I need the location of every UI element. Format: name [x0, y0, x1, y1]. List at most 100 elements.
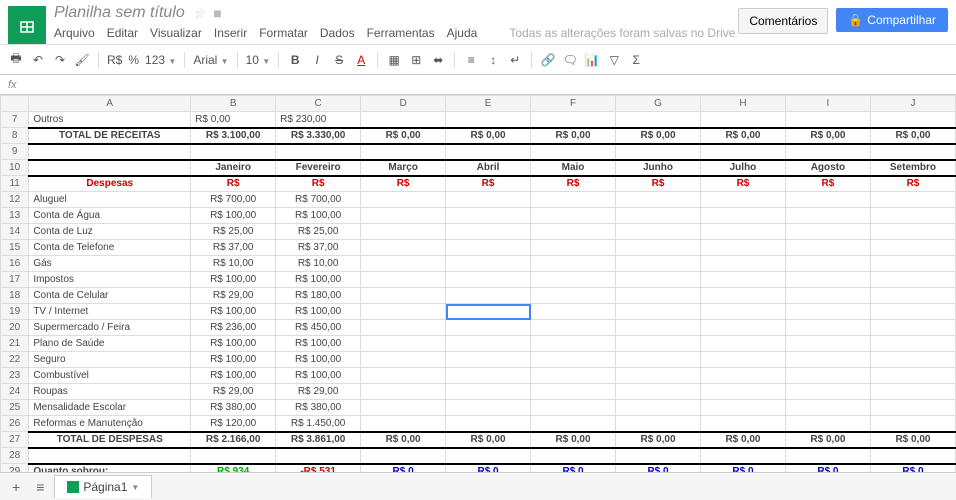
- undo-icon[interactable]: ↶: [30, 53, 46, 67]
- cell[interactable]: Conta de Celular: [29, 288, 191, 304]
- valign-icon[interactable]: ↕: [485, 53, 501, 67]
- borders-icon[interactable]: ⊞: [408, 53, 424, 67]
- cell[interactable]: [785, 336, 870, 352]
- cell[interactable]: R$ 0,00: [785, 432, 870, 448]
- cell[interactable]: [531, 416, 616, 432]
- cell[interactable]: [446, 256, 531, 272]
- cell[interactable]: Aluguel: [29, 192, 191, 208]
- cell[interactable]: Supermercado / Feira: [29, 320, 191, 336]
- cell[interactable]: [361, 336, 446, 352]
- cell[interactable]: [700, 304, 785, 320]
- cell[interactable]: R$: [361, 176, 446, 192]
- menu-visualizar[interactable]: Visualizar: [150, 26, 202, 40]
- cell[interactable]: [361, 320, 446, 336]
- row-header[interactable]: 21: [1, 336, 29, 352]
- cell[interactable]: [446, 304, 531, 320]
- cell[interactable]: [870, 112, 955, 128]
- row-header[interactable]: 8: [1, 128, 29, 144]
- cell[interactable]: TV / Internet: [29, 304, 191, 320]
- cell[interactable]: R$ 29,00: [191, 288, 276, 304]
- cell[interactable]: [191, 144, 276, 160]
- cell[interactable]: [446, 224, 531, 240]
- cell[interactable]: [531, 400, 616, 416]
- cell[interactable]: R$ 0,00: [616, 128, 701, 144]
- formula-input[interactable]: [25, 79, 948, 91]
- cell[interactable]: Conta de Telefone: [29, 240, 191, 256]
- cell[interactable]: R$: [276, 176, 361, 192]
- cell[interactable]: R$ 380,00: [191, 400, 276, 416]
- cell[interactable]: R$ 0,00: [700, 128, 785, 144]
- menu-formatar[interactable]: Formatar: [259, 26, 308, 40]
- cell[interactable]: Gás: [29, 256, 191, 272]
- cell[interactable]: [29, 160, 191, 176]
- menu-dados[interactable]: Dados: [320, 26, 355, 40]
- cell[interactable]: R$ 236,00: [191, 320, 276, 336]
- cell[interactable]: R$ 10,00: [191, 256, 276, 272]
- cell[interactable]: [700, 384, 785, 400]
- cell[interactable]: [361, 256, 446, 272]
- cell[interactable]: [29, 144, 191, 160]
- cell[interactable]: [785, 256, 870, 272]
- cell[interactable]: Impostos: [29, 272, 191, 288]
- text-color-icon[interactable]: A: [353, 53, 369, 67]
- cell[interactable]: [361, 112, 446, 128]
- cell[interactable]: [361, 304, 446, 320]
- cell[interactable]: R$ 25,00: [276, 224, 361, 240]
- cell[interactable]: R$ 100,00: [191, 368, 276, 384]
- row-header[interactable]: 11: [1, 176, 29, 192]
- cell[interactable]: [870, 144, 955, 160]
- cell[interactable]: [785, 368, 870, 384]
- cell[interactable]: [616, 384, 701, 400]
- cell[interactable]: [870, 384, 955, 400]
- cell[interactable]: R$ 0,00: [446, 128, 531, 144]
- cell[interactable]: TOTAL DE RECEITAS: [29, 128, 191, 144]
- cell[interactable]: R$ 0,00: [361, 128, 446, 144]
- cell[interactable]: Mensalidade Escolar: [29, 400, 191, 416]
- cell[interactable]: [361, 448, 446, 464]
- cell[interactable]: [870, 192, 955, 208]
- cell[interactable]: [785, 240, 870, 256]
- cell[interactable]: R$ 0,00: [446, 432, 531, 448]
- cell[interactable]: [616, 320, 701, 336]
- cell[interactable]: Conta de Luz: [29, 224, 191, 240]
- number-format[interactable]: 123 ▼: [145, 53, 176, 67]
- cell[interactable]: [531, 448, 616, 464]
- cell[interactable]: [276, 144, 361, 160]
- sheet-tab[interactable]: Página1 ▼: [54, 475, 152, 498]
- row-header[interactable]: 20: [1, 320, 29, 336]
- cell[interactable]: R$ 10,00: [276, 256, 361, 272]
- folder-icon[interactable]: ■: [213, 5, 221, 21]
- cell[interactable]: [700, 400, 785, 416]
- cell[interactable]: R$ 1.450,00: [276, 416, 361, 432]
- row-header[interactable]: 28: [1, 448, 29, 464]
- cell[interactable]: [700, 368, 785, 384]
- cell[interactable]: [785, 112, 870, 128]
- comment-icon[interactable]: 🗨: [562, 53, 578, 67]
- cell[interactable]: R$ 100,00: [191, 272, 276, 288]
- cell[interactable]: [616, 368, 701, 384]
- cell[interactable]: [870, 320, 955, 336]
- cell[interactable]: [446, 352, 531, 368]
- cell[interactable]: [446, 400, 531, 416]
- cell[interactable]: [785, 272, 870, 288]
- cell[interactable]: [700, 208, 785, 224]
- cell[interactable]: [785, 352, 870, 368]
- cell[interactable]: [446, 208, 531, 224]
- cell[interactable]: [531, 384, 616, 400]
- cell[interactable]: R$ 0,00: [531, 128, 616, 144]
- wrap-icon[interactable]: ↵: [507, 53, 523, 67]
- star-icon[interactable]: ☆: [193, 5, 206, 22]
- cell[interactable]: R$ 0,00: [785, 128, 870, 144]
- cell[interactable]: Março: [361, 160, 446, 176]
- cell[interactable]: [785, 400, 870, 416]
- menu-ferramentas[interactable]: Ferramentas: [367, 26, 435, 40]
- cell[interactable]: [700, 336, 785, 352]
- chart-icon[interactable]: 📊: [584, 53, 600, 67]
- cell[interactable]: [531, 208, 616, 224]
- cell[interactable]: [700, 144, 785, 160]
- currency-format[interactable]: R$: [107, 53, 122, 67]
- cell[interactable]: [870, 208, 955, 224]
- cell[interactable]: R$ 3.861,00: [276, 432, 361, 448]
- cell[interactable]: [361, 416, 446, 432]
- print-icon[interactable]: 🖶: [8, 49, 24, 70]
